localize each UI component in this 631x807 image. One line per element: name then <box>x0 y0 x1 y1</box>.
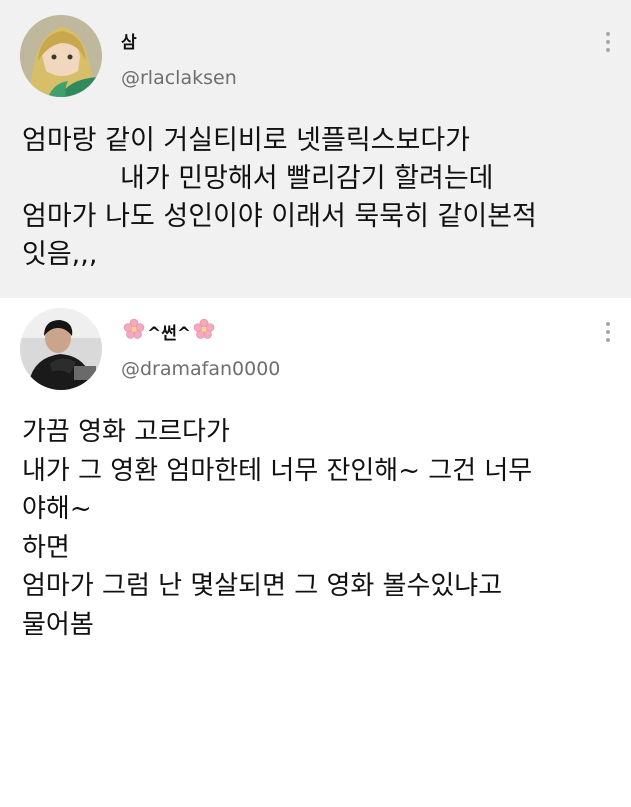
handle[interactable]: @dramafan0000 <box>121 358 280 380</box>
tweet-body: 엄마랑 같이 거실티비로 넷플릭스보다가 내가 민망해서 빨리감기 할려는데 엄… <box>22 122 613 274</box>
tweet-line: 물어봄 <box>22 609 94 640</box>
tweet-line: 엄마가 그럼 난 몇살되면 그 영화 볼수있냐고 <box>22 571 503 601</box>
tweet-line: 하면 <box>22 532 70 563</box>
tweet[interactable]: 삼 @rlaclaksen 엄마랑 같이 거실티비로 넷플릭스보다가 내가 민망… <box>0 0 631 298</box>
avatar[interactable] <box>20 15 102 97</box>
tweet-line: 잇음,,, <box>22 239 98 270</box>
more-options-icon[interactable] <box>605 32 611 56</box>
more-options-icon[interactable] <box>605 322 611 346</box>
tweet[interactable]: ^썬^ @dramafan0000 가끔 영화 고르다가 내가 그 영환 엄마한… <box>0 298 631 807</box>
tweet-line: 내가 그 영환 엄마한테 너무 잔인해~ 그건 너무 <box>22 455 533 486</box>
tweet-line: 가끔 영화 고르다가 <box>22 417 230 447</box>
display-name[interactable]: ^썬^ <box>121 318 217 345</box>
cherry-blossom-icon <box>193 318 215 345</box>
display-name[interactable]: 삼 <box>121 28 137 53</box>
man-avatar-icon <box>20 308 102 390</box>
tweet-line: 야해~ <box>22 494 92 524</box>
twitter-screenshot: 삼 @rlaclaksen 엄마랑 같이 거실티비로 넷플릭스보다가 내가 민망… <box>0 0 631 807</box>
anime-girl-avatar-icon <box>20 15 102 97</box>
tweet-line: 엄마랑 같이 거실티비로 넷플릭스보다가 <box>22 125 471 156</box>
tweet-line: 엄마가 나도 성인이야 이래서 묵묵히 같이본적 <box>22 201 537 232</box>
avatar[interactable] <box>20 308 102 390</box>
cherry-blossom-icon <box>123 318 145 345</box>
handle[interactable]: @rlaclaksen <box>121 67 237 89</box>
tweet-body: 가끔 영화 고르다가 내가 그 영환 엄마한테 너무 잔인해~ 그건 너무 야해… <box>22 413 613 644</box>
tweet-line: 내가 민망해서 빨리감기 할려는데 <box>120 163 494 194</box>
